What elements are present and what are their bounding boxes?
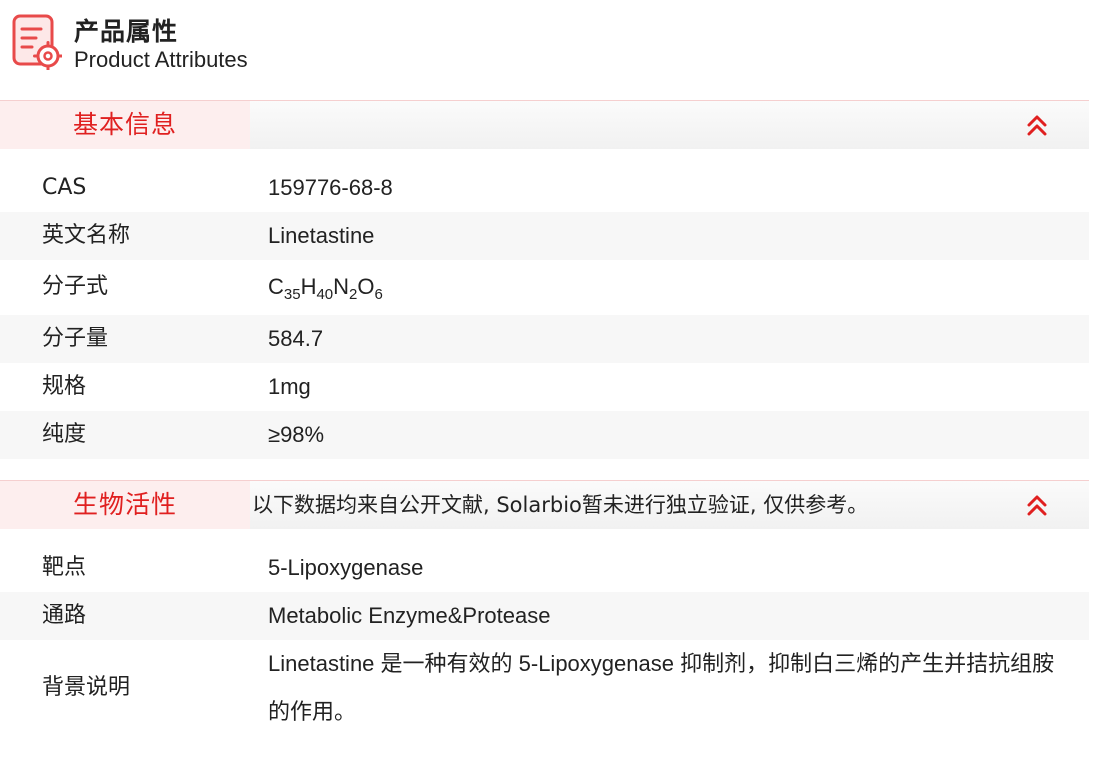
background-description: Linetastine 是一种有效的 5-Lipoxygenase 抑制剂，抑制… (268, 651, 1055, 724)
collapse-bio-activity-button[interactable] (1025, 493, 1049, 517)
attr-row-spec: 规格 1mg (0, 363, 1089, 411)
disclaimer-note: 以下数据均来自公开文献, Solarbio暂未进行独立验证, 仅供参考。 (252, 493, 869, 517)
formula-subscript: 6 (374, 286, 383, 303)
attr-value: 159776-68-8 (268, 175, 393, 200)
attr-row-background: 背景说明 Linetastine 是一种有效的 5-Lipoxygenase 抑… (0, 640, 1089, 736)
section-basic-info: 基本信息 (0, 100, 1089, 149)
attr-value: Metabolic Enzyme&Protease (268, 603, 551, 628)
formula-element: N (333, 274, 350, 299)
attr-label: 纯度 (42, 422, 87, 447)
section-bio-activity: 生物活性 以下数据均来自公开文献, Solarbio暂未进行独立验证, 仅供参考… (0, 480, 1089, 529)
attr-label: 分子量 (42, 326, 109, 351)
attr-value: ≥98% (268, 422, 325, 447)
attr-row-formula: 分子式 C35H40N2O6 (0, 263, 1089, 311)
section-title-basic-info: 基本信息 (0, 101, 250, 149)
attr-label: 分子式 (42, 274, 109, 299)
attr-label: 英文名称 (42, 223, 131, 248)
page-header: 产品属性 Product Attributes (0, 0, 1090, 100)
attr-value: 584.7 (268, 326, 324, 351)
attr-value: Linetastine (268, 223, 375, 248)
collapse-basic-info-button[interactable] (1025, 113, 1049, 137)
attr-row-cas: CAS 159776-68-8 (0, 164, 1089, 212)
attr-row-molecular-weight: 分子量 584.7 (0, 315, 1089, 363)
attr-label: 靶点 (42, 555, 87, 580)
formula-subscript: 40 (316, 286, 334, 303)
molecular-formula: C35H40N2O6 (268, 263, 383, 311)
page-subtitle: Product Attributes (74, 47, 248, 72)
section-title-bio-activity: 生物活性 (0, 481, 250, 529)
formula-subscript: 35 (283, 286, 301, 303)
formula-element: O (357, 274, 375, 299)
attr-row-purity: 纯度 ≥98% (0, 411, 1089, 459)
attr-label: 规格 (42, 374, 87, 399)
attr-label: CAS (42, 175, 87, 200)
attr-row-english-name: 英文名称 Linetastine (0, 212, 1089, 260)
attr-value: 1mg (268, 374, 311, 399)
page-title: 产品属性 (74, 17, 179, 46)
attr-row-target: 靶点 5-Lipoxygenase (0, 544, 1089, 592)
attr-row-pathway: 通路 Metabolic Enzyme&Protease (0, 592, 1089, 640)
document-gear-icon (10, 12, 63, 71)
attr-label: 通路 (42, 603, 87, 628)
attr-label: 背景说明 (42, 675, 131, 700)
attr-value: 5-Lipoxygenase (268, 555, 424, 580)
formula-element: H (300, 274, 317, 299)
double-chevron-up-icon (1027, 495, 1047, 516)
double-chevron-up-icon (1027, 115, 1047, 136)
formula-element: C (268, 274, 284, 299)
